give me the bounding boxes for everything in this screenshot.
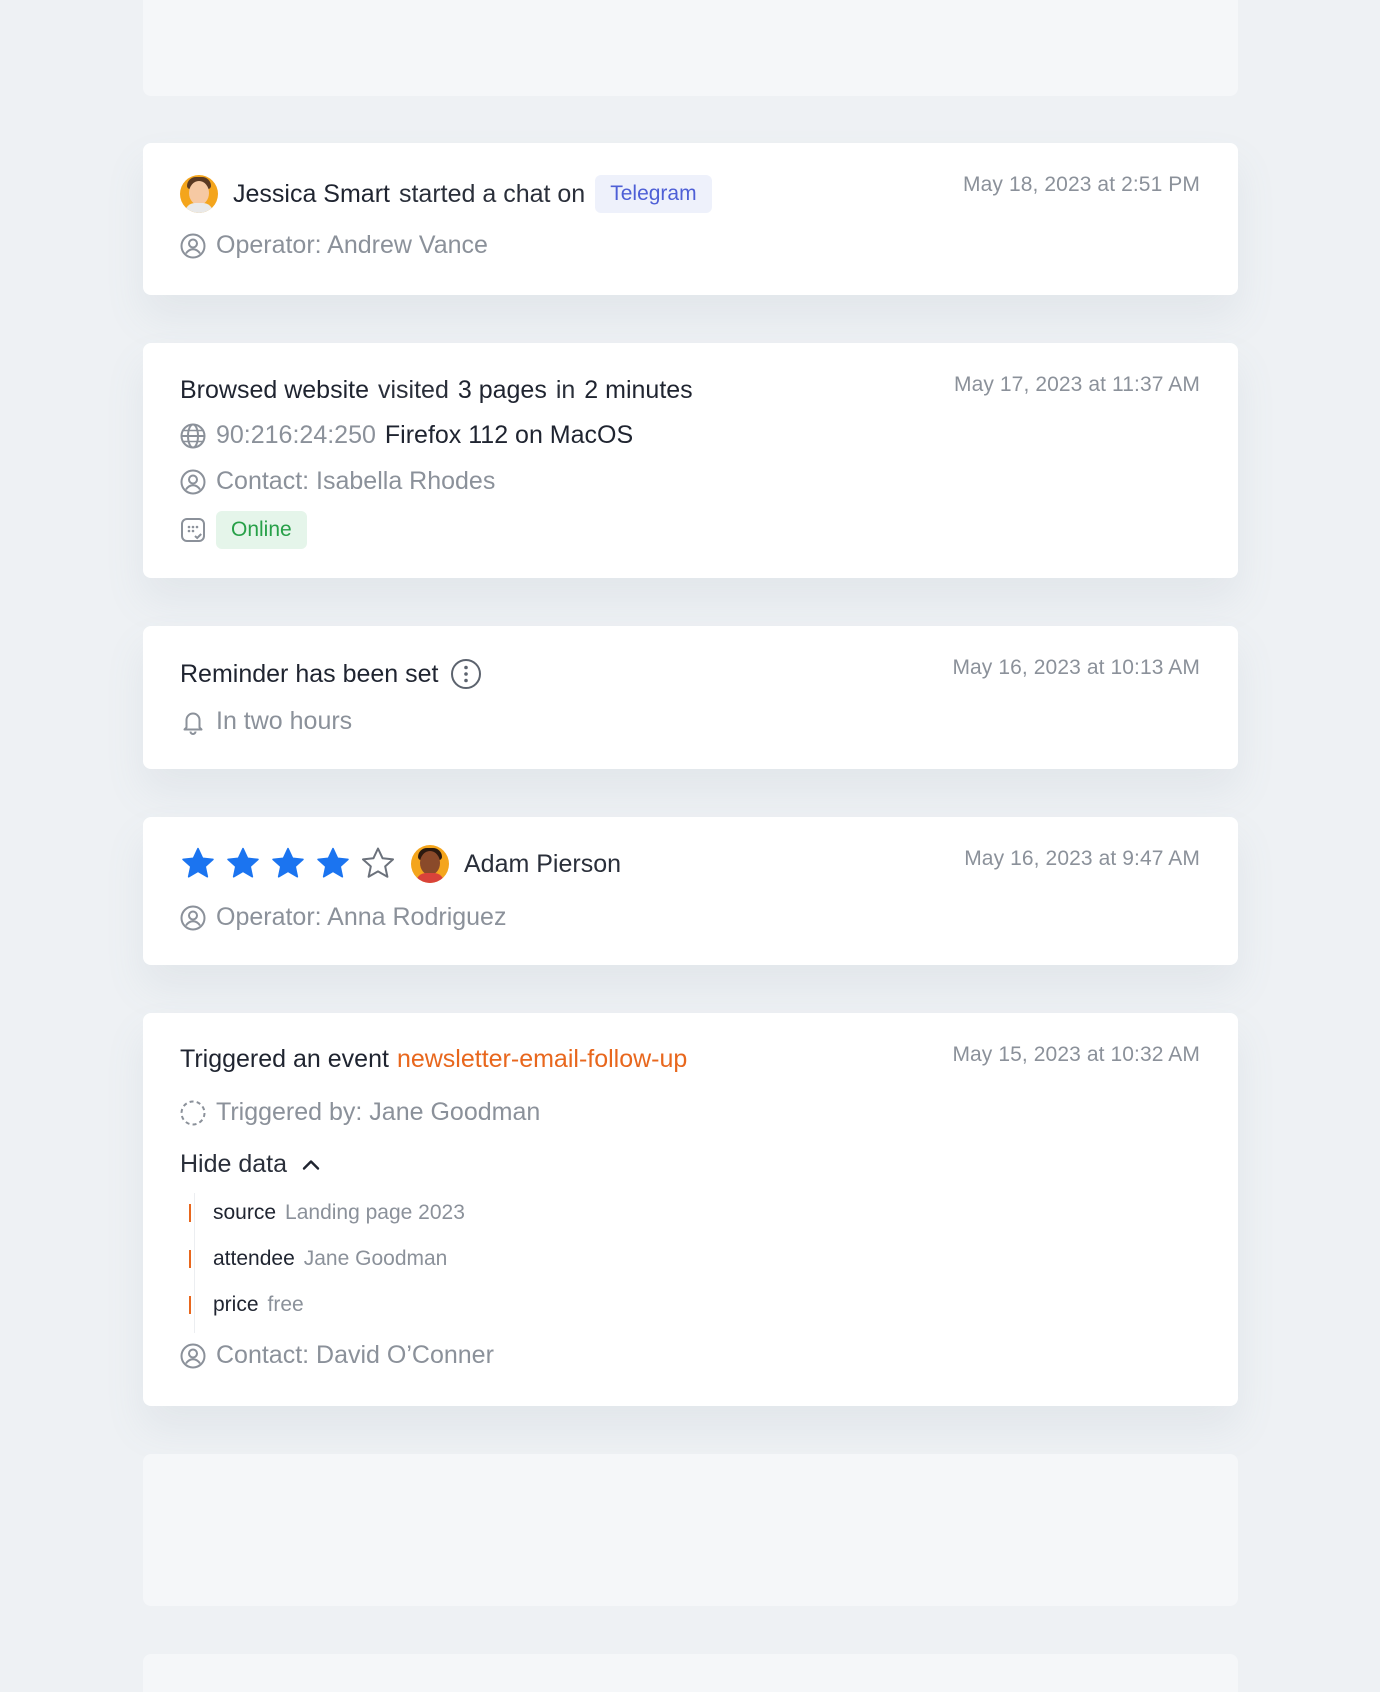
data-value: Landing page 2023	[285, 1201, 465, 1224]
chat-action-text: started a chat on	[398, 179, 586, 208]
event-title: Triggered an event	[180, 1045, 389, 1073]
hide-data-toggle[interactable]: Hide data	[180, 1150, 331, 1179]
browse-timestamp: May 17, 2023 at 11:37 AM	[953, 373, 1200, 396]
browsed-website-card[interactable]: Browsed website visited 3 pages in 2 min…	[143, 343, 1238, 578]
event-triggered-by: Triggered by: Jane Goodman	[216, 1098, 541, 1126]
chat-operator: Operator: Andrew Vance	[216, 231, 488, 259]
dashed-circle-icon	[180, 1100, 206, 1126]
device-status-icon	[180, 517, 206, 543]
chat-person-name[interactable]: Jessica Smart	[233, 180, 390, 209]
bell-icon	[180, 709, 206, 735]
placeholder-card-top	[143, 0, 1238, 96]
globe-icon	[180, 423, 206, 449]
reminder-timestamp: May 16, 2023 at 10:13 AM	[952, 656, 1200, 679]
rating-card[interactable]: Adam Pierson Operator: Anna Rodriguez Ma…	[143, 817, 1238, 965]
activity-feed: Jessica Smart started a chat on Telegram…	[0, 0, 1380, 1692]
adam-avatar[interactable]	[411, 845, 449, 883]
star-outline-icon	[362, 847, 394, 878]
chevron-up-icon	[301, 1155, 321, 1175]
data-key: source	[213, 1201, 277, 1224]
star-filled-icon	[227, 847, 259, 878]
browse-duration: 2 minutes	[584, 376, 693, 404]
data-row-marker	[189, 1204, 191, 1222]
user-circle-icon	[180, 905, 206, 931]
rating-stars	[180, 846, 405, 882]
browse-visited-text: visited	[377, 376, 449, 404]
triggered-event-card[interactable]: Triggered an event newsletter-email-foll…	[143, 1013, 1238, 1406]
data-value: free	[267, 1293, 304, 1316]
reminder-card[interactable]: Reminder has been set In two hours May 1…	[143, 626, 1238, 769]
browse-ip: 90:216:24:250	[216, 421, 376, 449]
data-value: Jane Goodman	[303, 1247, 448, 1270]
info-icon[interactable]	[450, 658, 482, 690]
hide-data-label: Hide data	[180, 1150, 288, 1178]
star-filled-icon	[182, 847, 214, 878]
user-circle-icon	[180, 469, 206, 495]
placeholder-card-partial	[143, 1654, 1238, 1692]
online-status-badge: Online	[216, 511, 307, 549]
browse-title: Browsed website	[180, 376, 369, 404]
channel-badge[interactable]: Telegram	[595, 175, 712, 213]
chat-started-card[interactable]: Jessica Smart started a chat on Telegram…	[143, 143, 1238, 295]
star-filled-icon	[317, 847, 349, 878]
event-name-link[interactable]: newsletter-email-follow-up	[397, 1045, 687, 1074]
browse-contact[interactable]: Contact: Isabella Rhodes	[216, 467, 495, 496]
event-data-row: source Landing page 2023	[189, 1201, 465, 1225]
jessica-avatar[interactable]	[180, 175, 218, 213]
event-timestamp: May 15, 2023 at 10:32 AM	[952, 1043, 1200, 1066]
reminder-title: Reminder has been set	[180, 659, 439, 688]
data-row-marker	[189, 1250, 191, 1268]
rating-operator: Operator: Anna Rodriguez	[216, 903, 507, 931]
user-circle-icon	[180, 1343, 206, 1369]
browse-browser: Firefox 112 on MacOS	[384, 421, 634, 449]
data-key: price	[213, 1293, 259, 1316]
chat-timestamp: May 18, 2023 at 2:51 PM	[963, 173, 1200, 196]
rating-timestamp: May 16, 2023 at 9:47 AM	[964, 847, 1200, 870]
rating-person-name[interactable]: Adam Pierson	[464, 850, 621, 879]
star-filled-icon	[272, 847, 304, 878]
browse-pages-count: 3 pages	[457, 376, 547, 404]
placeholder-card-bottom	[143, 1454, 1238, 1606]
browse-in-text: in	[555, 376, 576, 404]
event-contact[interactable]: Contact: David O’Conner	[216, 1341, 494, 1370]
event-data-row: price free	[189, 1293, 304, 1317]
reminder-when: In two hours	[216, 707, 353, 735]
data-row-marker	[189, 1296, 191, 1314]
event-data-row: attendee Jane Goodman	[189, 1247, 447, 1271]
user-circle-icon	[180, 233, 206, 259]
data-key: attendee	[213, 1247, 295, 1270]
